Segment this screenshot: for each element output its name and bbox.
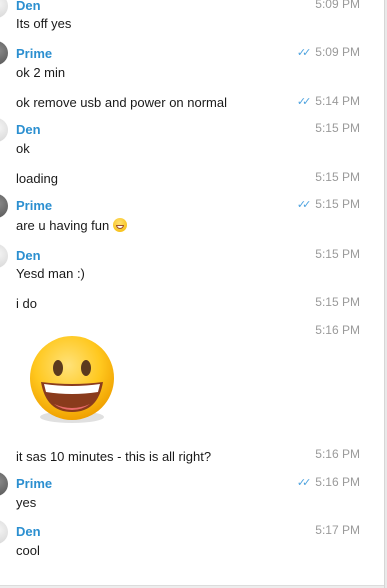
message-time: 5:17 PM [315,523,360,537]
double-check-icon: ✓✓ [296,199,312,211]
double-check-icon: ✓✓ [296,47,312,59]
avatar[interactable] [0,472,8,496]
message-text: are u having fun [16,218,110,233]
chat-history[interactable]: Den 5:09 PM Its off yes Prime ✓✓ 5:09 PM … [0,0,384,588]
message-text: ok [16,141,30,156]
sender-name[interactable]: Den [16,0,41,13]
message-time: 5:09 PM [315,0,360,11]
message-time: 5:16 PM [315,323,360,337]
avatar[interactable] [0,520,8,544]
message-time: 5:15 PM [315,295,360,309]
message-text: it sas 10 minutes - this is all right? [16,449,212,464]
double-check-icon: ✓✓ [296,96,312,108]
grinning-face-sticker[interactable] [26,334,118,426]
avatar[interactable] [0,194,8,218]
message-text: ok 2 min [16,65,66,80]
sender-name[interactable]: Den [16,524,41,539]
avatar[interactable] [0,244,8,268]
message-time: 5:09 PM [315,45,360,59]
message-time: 5:16 PM [315,447,360,461]
message-text: yes [16,495,37,510]
message-text: Its off yes [16,16,72,31]
double-check-icon: ✓✓ [296,477,312,489]
avatar[interactable] [0,118,8,142]
grinning-face-icon [113,218,128,232]
sender-name[interactable]: Prime [16,46,52,61]
message-time: 5:14 PM [315,94,360,108]
message-time: 5:15 PM [315,170,360,184]
message-text: Yesd man :) [16,266,85,281]
sender-name[interactable]: Prime [16,198,52,213]
avatar[interactable] [0,0,8,18]
message-text: i do [16,296,37,311]
avatar[interactable] [0,41,8,65]
sender-name[interactable]: Prime [16,476,52,491]
sender-name[interactable]: Den [16,122,41,137]
message-time: 5:16 PM [315,475,360,489]
message-time: 5:15 PM [315,247,360,261]
message-time: 5:15 PM [315,197,360,211]
sender-name[interactable]: Den [16,248,41,263]
message-text: loading [16,171,58,186]
message-time: 5:15 PM [315,121,360,135]
message-text: ok remove usb and power on normal [16,95,228,110]
message-text: cool [16,543,40,558]
